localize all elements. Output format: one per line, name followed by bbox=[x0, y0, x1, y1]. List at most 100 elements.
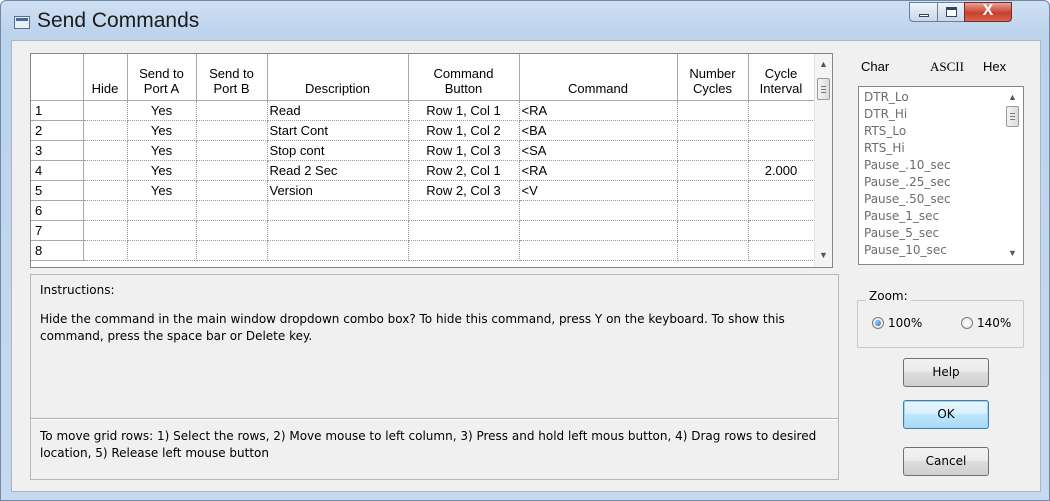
cell-command[interactable]: <BA bbox=[519, 120, 678, 141]
list-item[interactable]: Pause_1_sec bbox=[864, 208, 1023, 225]
cell-command[interactable]: <RA bbox=[519, 160, 678, 181]
table-row[interactable]: 7 bbox=[31, 220, 815, 241]
row-header[interactable]: 7 bbox=[31, 220, 84, 241]
cell-command-button[interactable]: Row 1, Col 1 bbox=[408, 100, 520, 121]
cell-send-port-b[interactable] bbox=[196, 220, 268, 241]
cell-send-port-a[interactable]: Yes bbox=[127, 120, 197, 141]
commands-grid[interactable]: Hide Send to Port A Send to Port B Descrip… bbox=[30, 53, 833, 268]
list-item[interactable]: Pause_10_sec bbox=[864, 242, 1023, 259]
scroll-up-arrow-icon[interactable]: ▲ bbox=[1004, 92, 1021, 102]
zoom-140-radio[interactable]: 140% bbox=[961, 316, 1011, 330]
column-header-hide[interactable]: Hide bbox=[83, 54, 128, 101]
title-bar[interactable]: Send Commands X bbox=[1, 1, 1049, 41]
cell-send-port-b[interactable] bbox=[196, 200, 268, 221]
cell-number-cycles[interactable] bbox=[677, 140, 749, 161]
cell-command-button[interactable]: Row 2, Col 3 bbox=[408, 180, 520, 201]
cell-command-button[interactable]: Row 1, Col 3 bbox=[408, 140, 520, 161]
cell-cycle-interval[interactable]: 2.000 bbox=[748, 160, 815, 181]
cell-send-port-a[interactable]: Yes bbox=[127, 100, 197, 121]
cell-hide[interactable] bbox=[83, 220, 128, 241]
cell-number-cycles[interactable] bbox=[677, 180, 749, 201]
table-row[interactable]: 1 Yes Read Row 1, Col 1 <RA bbox=[31, 100, 815, 121]
grid-scroll-thumb[interactable] bbox=[817, 78, 830, 100]
cell-command[interactable] bbox=[519, 200, 678, 221]
row-header[interactable]: 4 bbox=[31, 160, 84, 181]
char-list-scroll-thumb[interactable] bbox=[1006, 106, 1019, 127]
scroll-down-arrow-icon[interactable]: ▼ bbox=[815, 250, 832, 260]
cell-hide[interactable] bbox=[83, 100, 128, 121]
table-row[interactable]: 6 bbox=[31, 200, 815, 221]
special-chars-list[interactable]: DTR_Lo DTR_Hi RTS_Lo RTS_Hi Pause_.10_se… bbox=[858, 86, 1024, 265]
cell-hide[interactable] bbox=[83, 120, 128, 141]
scroll-down-arrow-icon[interactable]: ▼ bbox=[1004, 248, 1021, 258]
cell-description[interactable] bbox=[267, 220, 409, 241]
list-item[interactable]: DTR_Hi bbox=[864, 106, 1023, 123]
char-list-scrollbar[interactable]: ▲ ▼ bbox=[1004, 87, 1021, 264]
cell-send-port-b[interactable] bbox=[196, 140, 268, 161]
cell-send-port-a[interactable] bbox=[127, 220, 197, 241]
cell-send-port-a[interactable]: Yes bbox=[127, 180, 197, 201]
cell-number-cycles[interactable] bbox=[677, 120, 749, 141]
cell-description[interactable]: Read bbox=[267, 100, 409, 121]
row-header[interactable]: 2 bbox=[31, 120, 84, 141]
scroll-up-arrow-icon[interactable]: ▲ bbox=[815, 59, 832, 69]
grid-vertical-scrollbar[interactable]: ▲ ▼ bbox=[814, 54, 832, 267]
cell-send-port-a[interactable]: Yes bbox=[127, 160, 197, 181]
row-header[interactable]: 1 bbox=[31, 100, 84, 121]
cell-cycle-interval[interactable] bbox=[748, 100, 815, 121]
list-item[interactable]: DTR_Lo bbox=[864, 89, 1023, 106]
zoom-100-radio[interactable]: 100% bbox=[872, 316, 922, 330]
column-header-send-port-b[interactable]: Send to Port B bbox=[196, 54, 268, 101]
cell-command-button[interactable]: Row 1, Col 2 bbox=[408, 120, 520, 141]
cell-number-cycles[interactable] bbox=[677, 100, 749, 121]
help-button[interactable]: Help bbox=[903, 358, 989, 387]
row-header[interactable]: 5 bbox=[31, 180, 84, 201]
column-header-command-button[interactable]: Command Button bbox=[408, 54, 520, 101]
table-row[interactable]: 8 bbox=[31, 240, 815, 261]
column-header-send-port-a[interactable]: Send to Port A bbox=[127, 54, 197, 101]
table-row[interactable]: 5 Yes Version Row 2, Col 3 <V bbox=[31, 180, 815, 201]
cell-number-cycles[interactable] bbox=[677, 200, 749, 221]
row-header[interactable]: 6 bbox=[31, 200, 84, 221]
close-button[interactable]: X bbox=[964, 2, 1012, 22]
column-header-description[interactable]: Description bbox=[267, 54, 409, 101]
table-row[interactable]: 3 Yes Stop cont Row 1, Col 3 <SA bbox=[31, 140, 815, 161]
cell-send-port-b[interactable] bbox=[196, 160, 268, 181]
cell-send-port-b[interactable] bbox=[196, 180, 268, 201]
cell-cycle-interval[interactable] bbox=[748, 140, 815, 161]
list-item[interactable]: Pause_.50_sec bbox=[864, 191, 1023, 208]
table-row[interactable]: 4 Yes Read 2 Sec Row 2, Col 1 <RA 2.000 bbox=[31, 160, 815, 181]
table-row[interactable]: 2 Yes Start Cont Row 1, Col 2 <BA bbox=[31, 120, 815, 141]
cell-command-button[interactable] bbox=[408, 240, 520, 261]
list-item[interactable]: RTS_Lo bbox=[864, 123, 1023, 140]
cell-command-button[interactable] bbox=[408, 200, 520, 221]
cell-send-port-b[interactable] bbox=[196, 100, 268, 121]
cell-cycle-interval[interactable] bbox=[748, 200, 815, 221]
cell-hide[interactable] bbox=[83, 240, 128, 261]
cell-cycle-interval[interactable] bbox=[748, 220, 815, 241]
list-item[interactable]: RTS_Hi bbox=[864, 140, 1023, 157]
cell-description[interactable]: Stop cont bbox=[267, 140, 409, 161]
list-item[interactable]: Pause_.25_sec bbox=[864, 174, 1023, 191]
list-item[interactable]: Pause_.10_sec bbox=[864, 157, 1023, 174]
row-header[interactable]: 8 bbox=[31, 240, 84, 261]
column-header-command[interactable]: Command bbox=[519, 54, 678, 101]
cell-number-cycles[interactable] bbox=[677, 220, 749, 241]
cell-description[interactable]: Read 2 Sec bbox=[267, 160, 409, 181]
minimize-button[interactable] bbox=[909, 2, 938, 22]
cell-command[interactable]: <RA bbox=[519, 100, 678, 121]
cell-command-button[interactable]: Row 2, Col 1 bbox=[408, 160, 520, 181]
cell-command[interactable] bbox=[519, 220, 678, 241]
cell-description[interactable] bbox=[267, 200, 409, 221]
column-header-number-cycles[interactable]: Number Cycles bbox=[677, 54, 749, 101]
cell-cycle-interval[interactable] bbox=[748, 240, 815, 261]
cell-hide[interactable] bbox=[83, 160, 128, 181]
cell-command-button[interactable] bbox=[408, 220, 520, 241]
cancel-button[interactable]: Cancel bbox=[903, 447, 989, 476]
cell-command[interactable]: <V bbox=[519, 180, 678, 201]
ok-button[interactable]: OK bbox=[903, 400, 989, 429]
column-header-cycle-interval[interactable]: Cycle Interval bbox=[748, 54, 815, 101]
cell-hide[interactable] bbox=[83, 140, 128, 161]
cell-number-cycles[interactable] bbox=[677, 160, 749, 181]
cell-cycle-interval[interactable] bbox=[748, 120, 815, 141]
